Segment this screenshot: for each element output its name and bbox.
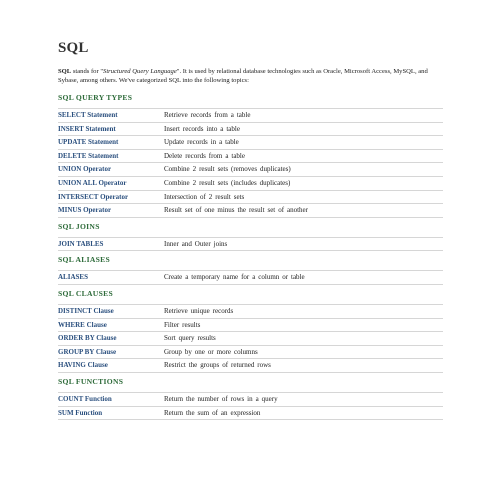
functions-table: COUNT Function Return the number of rows… [58, 391, 443, 421]
joins-table: JOIN TABLES Inner and Outer joins [58, 236, 443, 252]
topic-description: Update records in a table [164, 138, 239, 147]
topic-link[interactable]: JOIN TABLES [58, 238, 164, 251]
intro-text-1: stands for " [71, 68, 104, 75]
table-row: COUNT Function Return the number of rows… [58, 393, 443, 407]
topic-description: Retrieve unique records [164, 306, 234, 315]
topic-link[interactable]: INTERSECT Operator [58, 191, 164, 204]
aliases-table: ALIASES Create a temporary name for a co… [58, 270, 443, 285]
topic-description: Delete records from a table [164, 151, 245, 160]
query-types-table: SELECT Statement Retrieve records from a… [58, 108, 443, 218]
clauses-table: DISTINCT Clause Retrieve unique records … [58, 303, 443, 373]
table-row: ORDER BY Clause Sort query results [58, 332, 443, 346]
table-row: WHERE Clause Filter results [58, 319, 443, 333]
table-row: DISTINCT Clause Retrieve unique records [58, 305, 443, 319]
table-row: INSERT Statement Insert records into a t… [58, 123, 443, 137]
topic-link[interactable]: MINUS Operator [58, 204, 164, 217]
topic-link[interactable]: ORDER BY Clause [58, 332, 164, 345]
topic-description: Result set of one minus the result set o… [164, 206, 308, 215]
table-row: SELECT Statement Retrieve records from a… [58, 109, 443, 123]
topic-link[interactable]: UPDATE Statement [58, 136, 164, 149]
topic-description: Inner and Outer joins [164, 239, 228, 248]
topic-description: Combine 2 result sets (includes duplicat… [164, 178, 291, 187]
intro-paragraph: SQL stands for "Structured Query Languag… [58, 67, 443, 85]
section-title-functions: SQL FUNCTIONS [58, 376, 124, 386]
topic-link[interactable]: SELECT Statement [58, 109, 164, 122]
table-row: MINUS Operator Result set of one minus t… [58, 204, 443, 218]
topic-link[interactable]: UNION ALL Operator [58, 177, 164, 190]
table-row: ALIASES Create a temporary name for a co… [58, 271, 443, 285]
topic-description: Insert records into a table [164, 124, 240, 133]
intro-expansion: Structured Query Language [103, 68, 177, 75]
topic-link[interactable]: UNION Operator [58, 163, 164, 176]
table-row: HAVING Clause Restrict the groups of ret… [58, 359, 443, 373]
table-row: GROUP BY Clause Group by one or more col… [58, 346, 443, 360]
intro-abbr: SQL [58, 68, 72, 75]
topic-link[interactable]: INSERT Statement [58, 123, 164, 136]
topic-description: Return the number of rows in a query [164, 394, 278, 403]
topic-link[interactable]: DISTINCT Clause [58, 305, 164, 318]
topic-link[interactable]: WHERE Clause [58, 319, 164, 332]
topic-link[interactable]: SUM Function [58, 407, 164, 420]
table-row: INTERSECT Operator Intersection of 2 res… [58, 191, 443, 205]
topic-link[interactable]: DELETE Statement [58, 150, 164, 163]
page-title: SQL [58, 40, 89, 56]
topic-description: Retrieve records from a table [164, 111, 251, 119]
table-row: UNION Operator Combine 2 result sets (re… [58, 163, 443, 177]
topic-description: Sort query results [164, 334, 216, 343]
section-title-joins: SQL JOINS [58, 221, 100, 231]
topic-description: Filter results [164, 320, 201, 329]
topic-description: Group by one or more columns [164, 347, 258, 356]
table-row: JOIN TABLES Inner and Outer joins [58, 238, 443, 252]
topic-link[interactable]: COUNT Function [58, 393, 164, 406]
topic-description: Combine 2 result sets (removes duplicate… [164, 165, 291, 174]
table-row: SUM Function Return the sum of an expres… [58, 407, 443, 421]
section-title-aliases: SQL ALIASES [58, 255, 111, 265]
table-row: UPDATE Statement Update records in a tab… [58, 136, 443, 150]
topic-description: Restrict the groups of returned rows [164, 361, 271, 370]
section-title-clauses: SQL CLAUSES [58, 288, 114, 298]
table-row: UNION ALL Operator Combine 2 result sets… [58, 177, 443, 191]
topic-description: Intersection of 2 result sets [164, 192, 245, 201]
document-page: SQL SQL stands for "Structured Query Lan… [58, 40, 443, 423]
section-title-query-types: SQL QUERY TYPES [58, 93, 133, 102]
topic-description: Create a temporary name for a column or … [164, 273, 305, 282]
topic-link[interactable]: GROUP BY Clause [58, 346, 164, 359]
topic-description: Return the sum of an expression [164, 408, 261, 417]
topic-link[interactable]: HAVING Clause [58, 359, 164, 372]
topic-link[interactable]: ALIASES [58, 271, 164, 284]
table-row: DELETE Statement Delete records from a t… [58, 150, 443, 164]
